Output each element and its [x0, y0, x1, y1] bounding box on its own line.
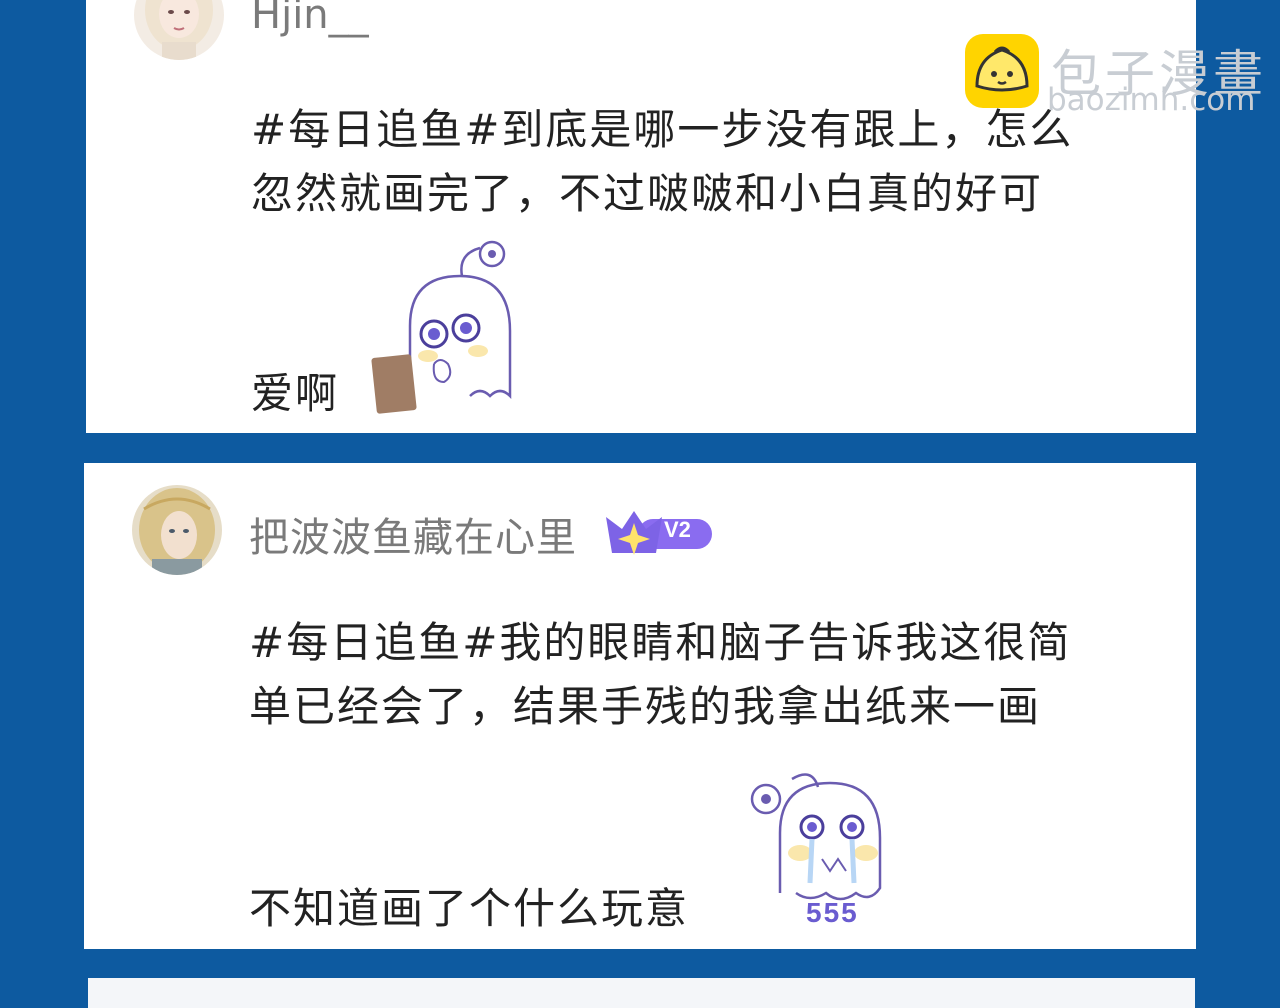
comment-line: #每日追鱼#到底是哪一步没有跟上，怎么 — [251, 105, 1074, 154]
crying-ghost-sticker-icon — [370, 236, 540, 416]
watermark-url: baozimh.com — [1047, 82, 1256, 118]
badge-label: V2 — [664, 517, 691, 542]
vip-level-badge: V2 — [602, 503, 714, 557]
user-avatar[interactable] — [134, 0, 224, 60]
comment-line: #每日追鱼#我的眼睛和脑子告诉我这很简 — [249, 618, 1072, 667]
username[interactable]: Hjin__ — [251, 0, 369, 38]
comment-card-3 — [88, 978, 1195, 1008]
comment-text: #每日追鱼#我的眼睛和脑子告诉我这很简 单已经会了，结果手残的我拿出纸来一画 — [249, 611, 1071, 739]
comment-text-tail: 不知道画了个什么玩意 — [249, 884, 690, 933]
crying-ghost-555-sticker-icon: 555 — [740, 763, 930, 935]
comment-text-tail: 爱啊 — [251, 369, 340, 418]
sticker-label: 555 — [806, 897, 859, 928]
site-watermark: 包子漫畫 baozimh.com — [965, 34, 1265, 124]
bun-logo-icon — [965, 34, 1039, 108]
comment-card-2: 把波波鱼藏在心里 V2 #每日追鱼#我的眼睛和脑子告诉我这很简 单已经会了，结果… — [84, 463, 1196, 949]
username[interactable]: 把波波鱼藏在心里 — [249, 505, 577, 563]
comment-text: #每日追鱼#到底是哪一步没有跟上，怎么 忽然就画完了，不过啵啵和小白真的好可 — [251, 98, 1073, 226]
user-avatar[interactable] — [132, 485, 222, 575]
comment-line: 单已经会了，结果手残的我拿出纸来一画 — [249, 682, 1042, 731]
comment-line: 忽然就画完了，不过啵啵和小白真的好可 — [251, 169, 1044, 218]
